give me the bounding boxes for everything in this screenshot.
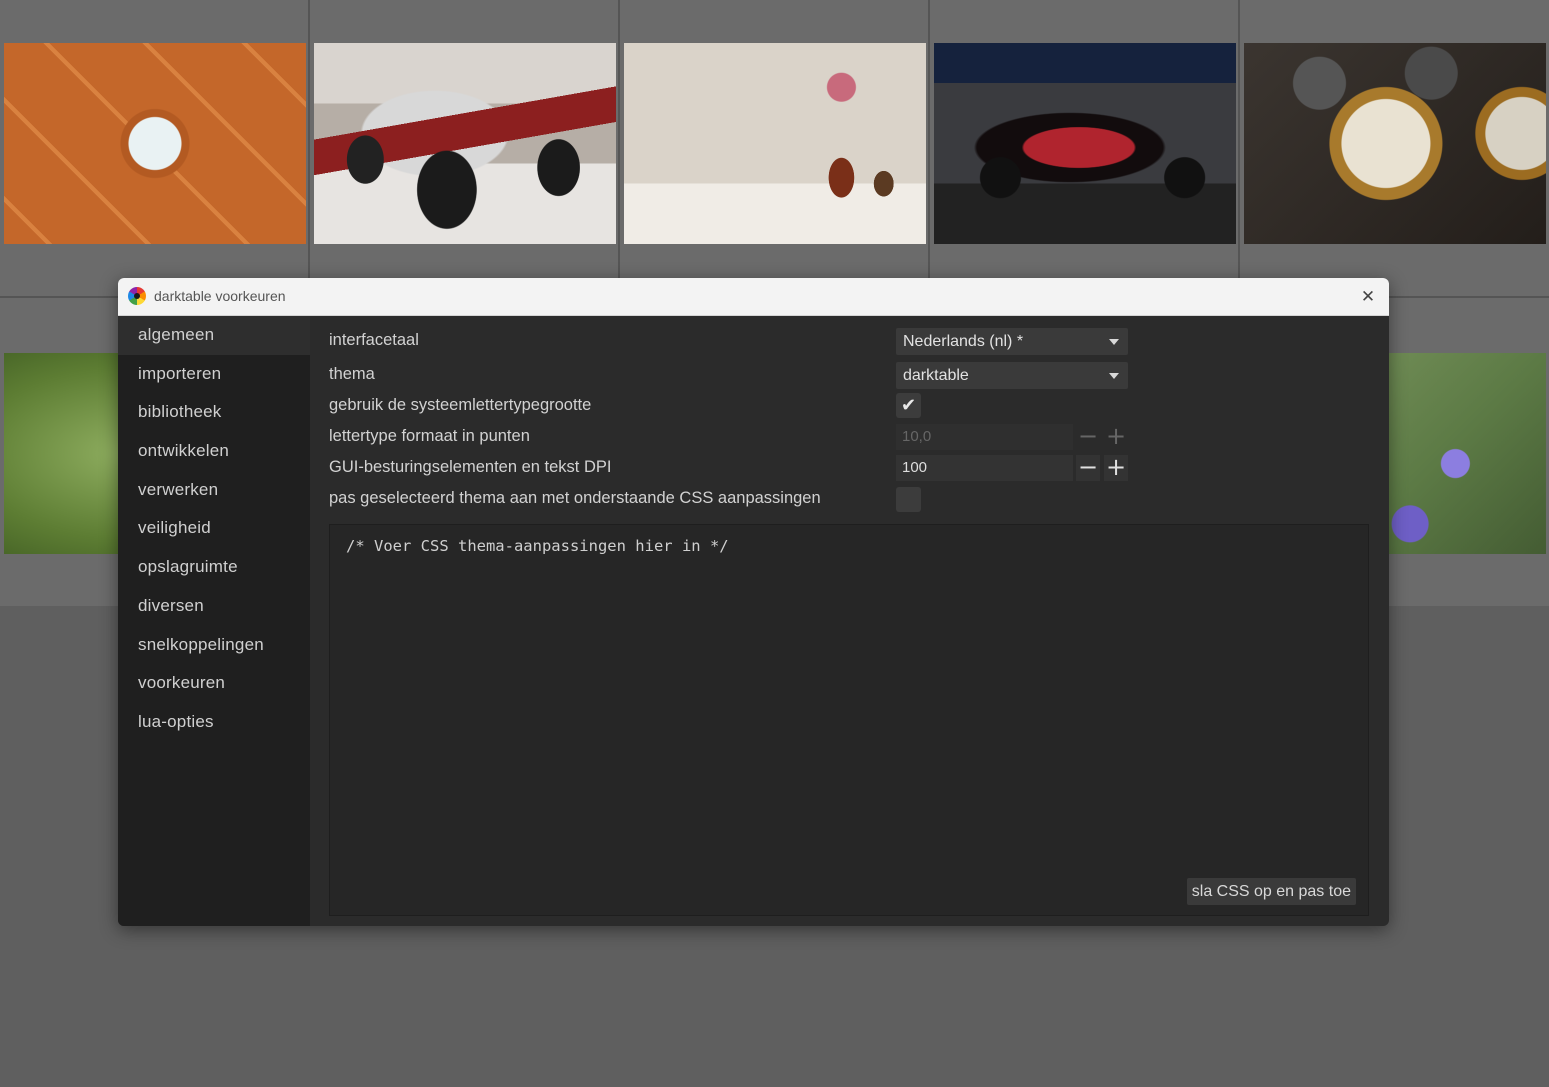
theme-label: thema	[329, 365, 375, 383]
css-editor-text[interactable]: /* Voer CSS thema-aanpassingen hier in *…	[346, 537, 729, 555]
thumbnail-cell[interactable]	[310, 0, 620, 296]
checkmark-icon: ✔	[900, 395, 917, 416]
sidebar-item-lua-opties[interactable]: lua-opties	[118, 703, 310, 742]
css-editor[interactable]: /* Voer CSS thema-aanpassingen hier in *…	[329, 524, 1369, 916]
thumbnail-cell[interactable]	[1240, 0, 1549, 296]
theme-dropdown[interactable]: darktable	[896, 362, 1128, 389]
sidebar-item-verwerken[interactable]: verwerken	[118, 471, 310, 510]
thumbnail-image[interactable]	[934, 43, 1236, 244]
dpi-input[interactable]: 100	[896, 455, 1073, 481]
dropdown-arrow-icon	[1109, 373, 1119, 379]
lighttable-row-1	[0, 0, 1549, 298]
sidebar-item-voorkeuren[interactable]: voorkeuren	[118, 664, 310, 703]
sidebar-item-ontwikkelen[interactable]: ontwikkelen	[118, 432, 310, 471]
sidebar-item-snelkoppelingen[interactable]: snelkoppelingen	[118, 626, 310, 665]
interface-language-value: Nederlands (nl) *	[903, 333, 1024, 350]
css-tweaks-label: pas geselecteerd thema aan met onderstaa…	[329, 489, 821, 507]
dropdown-arrow-icon	[1109, 339, 1119, 345]
interface-language-label: interfacetaal	[329, 331, 419, 349]
font-size-decrease-button[interactable]: −	[1076, 424, 1100, 450]
thumbnail-image[interactable]	[624, 43, 926, 244]
dpi-decrease-button[interactable]: −	[1076, 455, 1100, 481]
thumbnail-cell[interactable]	[620, 0, 930, 296]
preferences-dialog: darktable voorkeuren ✕ algemeen importer…	[118, 278, 1389, 926]
font-size-input[interactable]: 10,0	[896, 424, 1073, 450]
css-tweaks-checkbox[interactable]	[896, 487, 921, 512]
thumbnail-image[interactable]	[1244, 43, 1546, 244]
dialog-title: darktable voorkeuren	[154, 288, 286, 304]
thumbnail-cell[interactable]	[0, 0, 310, 296]
thumbnail-image[interactable]	[4, 43, 306, 244]
close-button[interactable]: ✕	[1357, 286, 1379, 308]
thumbnail-cell[interactable]	[930, 0, 1240, 296]
sidebar-item-bibliotheek[interactable]: bibliotheek	[118, 393, 310, 432]
dpi-label: GUI-besturingselementen en tekst DPI	[329, 458, 612, 476]
system-font-size-checkbox[interactable]: ✔	[896, 393, 921, 418]
theme-value: darktable	[903, 367, 969, 384]
thumbnail-image[interactable]	[314, 43, 616, 244]
sidebar-item-opslagruimte[interactable]: opslagruimte	[118, 548, 310, 587]
darktable-logo-icon	[128, 287, 146, 305]
dpi-increase-button[interactable]: +	[1104, 455, 1128, 481]
sidebar-item-algemeen[interactable]: algemeen	[118, 316, 310, 355]
sidebar-item-veiligheid[interactable]: veiligheid	[118, 509, 310, 548]
interface-language-dropdown[interactable]: Nederlands (nl) *	[896, 328, 1128, 355]
save-css-button[interactable]: sla CSS op en pas toe	[1186, 878, 1356, 905]
font-size-label: lettertype formaat in punten	[329, 427, 530, 445]
system-font-size-label: gebruik de systeemlettertypegrootte	[329, 396, 592, 414]
preferences-content: interfacetaal Nederlands (nl) * thema da…	[310, 316, 1389, 926]
dialog-titlebar[interactable]: darktable voorkeuren ✕	[118, 278, 1389, 316]
sidebar-item-importeren[interactable]: importeren	[118, 355, 310, 394]
sidebar-item-diversen[interactable]: diversen	[118, 587, 310, 626]
font-size-increase-button[interactable]: +	[1104, 424, 1128, 450]
preferences-sidebar: algemeen importeren bibliotheek ontwikke…	[118, 316, 310, 926]
